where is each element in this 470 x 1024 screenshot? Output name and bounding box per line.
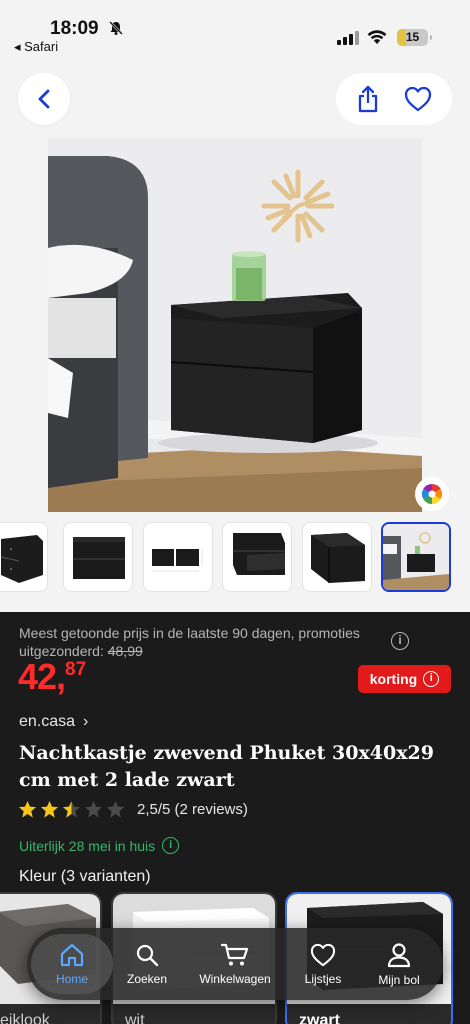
variant-label: wit bbox=[125, 1012, 145, 1024]
back-button[interactable] bbox=[18, 73, 70, 125]
brand-link[interactable]: en.casa › bbox=[19, 713, 88, 731]
price-note: Meest getoonde prijs in de laatste 90 da… bbox=[19, 624, 389, 660]
thumbnail[interactable] bbox=[63, 522, 133, 592]
nav-label: Winkelwagen bbox=[199, 971, 271, 986]
thumbnail[interactable] bbox=[0, 522, 48, 592]
star-full-icon bbox=[18, 800, 37, 818]
star-empty-icon bbox=[84, 800, 103, 818]
delivery-text: Uiterlijk 28 mei in huis bbox=[19, 837, 156, 854]
previous-price: 48,99 bbox=[107, 643, 143, 659]
user-icon bbox=[387, 942, 411, 967]
nav-cart[interactable]: Winkelwagen bbox=[187, 928, 283, 1000]
chevron-right-icon: › bbox=[83, 713, 89, 730]
share-icon[interactable] bbox=[356, 85, 380, 113]
nav-label: Mijn bol bbox=[378, 972, 420, 987]
star-half-icon bbox=[62, 800, 81, 818]
battery-icon: 15 bbox=[397, 29, 432, 46]
nav-account[interactable]: Mijn bol bbox=[363, 928, 435, 1000]
color-picker-button[interactable] bbox=[415, 477, 449, 511]
current-price: 42,87 bbox=[18, 656, 86, 698]
thumbnail[interactable] bbox=[143, 522, 213, 592]
bell-muted-icon bbox=[109, 21, 123, 35]
variant-label: zwart bbox=[299, 1012, 340, 1024]
wifi-icon bbox=[367, 30, 387, 44]
delivery-info: Uiterlijk 28 mei in huis i bbox=[19, 837, 180, 854]
info-icon[interactable]: i bbox=[162, 837, 180, 854]
product-image[interactable] bbox=[48, 138, 422, 512]
price-note-text: Meest getoonde prijs in de laatste 90 da… bbox=[19, 625, 360, 659]
discount-badge[interactable]: korting i bbox=[358, 665, 451, 693]
heart-icon bbox=[310, 943, 336, 966]
info-icon: i bbox=[423, 671, 440, 687]
product-title: Nachtkastje zwevend Phuket 30x40x29 cm m… bbox=[19, 742, 434, 791]
nav-label: Lijstjes bbox=[304, 971, 342, 986]
status-time: 18:09 bbox=[50, 18, 99, 39]
home-icon bbox=[60, 943, 84, 966]
color-variants-label: Kleur (3 varianten) bbox=[19, 868, 151, 885]
cart-icon bbox=[221, 943, 249, 965]
nav-label: Home bbox=[55, 971, 88, 986]
price-cents: 87 bbox=[65, 659, 87, 680]
nav-search[interactable]: Zoeken bbox=[115, 928, 179, 1000]
header-actions bbox=[336, 73, 452, 125]
heart-icon[interactable] bbox=[404, 86, 432, 112]
nav-label: Zoeken bbox=[126, 971, 168, 986]
variant-label: eiklook bbox=[0, 1012, 50, 1024]
info-icon[interactable]: i bbox=[391, 632, 409, 650]
signal-icon bbox=[337, 31, 359, 45]
thumbnail[interactable] bbox=[302, 522, 372, 592]
search-icon bbox=[136, 944, 159, 966]
star-empty-icon bbox=[106, 800, 125, 818]
back-app-label: Safari bbox=[24, 39, 59, 54]
star-full-icon bbox=[40, 800, 59, 818]
thumbnail-strip bbox=[0, 522, 470, 592]
color-wheel-icon bbox=[421, 483, 443, 505]
product-photo-illustration bbox=[48, 138, 422, 512]
chevron-left-icon bbox=[38, 89, 50, 109]
rating[interactable]: 2,5/5 (2 reviews) bbox=[18, 800, 248, 819]
back-to-app[interactable]: ◂ Safari bbox=[14, 39, 58, 55]
nav-lists[interactable]: Lijstjes bbox=[291, 928, 355, 1000]
price-main: 42, bbox=[18, 656, 66, 697]
bottom-navigation: Home Zoeken Winkelwagen Lijstjes Mijn bo… bbox=[27, 928, 443, 1000]
status-bar: 18:09 ◂ Safari 15 bbox=[0, 0, 470, 60]
nav-home[interactable]: Home bbox=[31, 928, 113, 1000]
discount-label: korting bbox=[369, 671, 418, 687]
product-page: 18:09 ◂ Safari 15 Meest getoonde prijs i… bbox=[0, 0, 470, 1024]
rating-text: 2,5/5 (2 reviews) bbox=[137, 801, 248, 818]
thumbnail[interactable] bbox=[222, 522, 292, 592]
battery-level: 15 bbox=[405, 30, 420, 44]
brand-name: en.casa bbox=[19, 713, 76, 730]
thumbnail-selected[interactable] bbox=[381, 522, 451, 592]
